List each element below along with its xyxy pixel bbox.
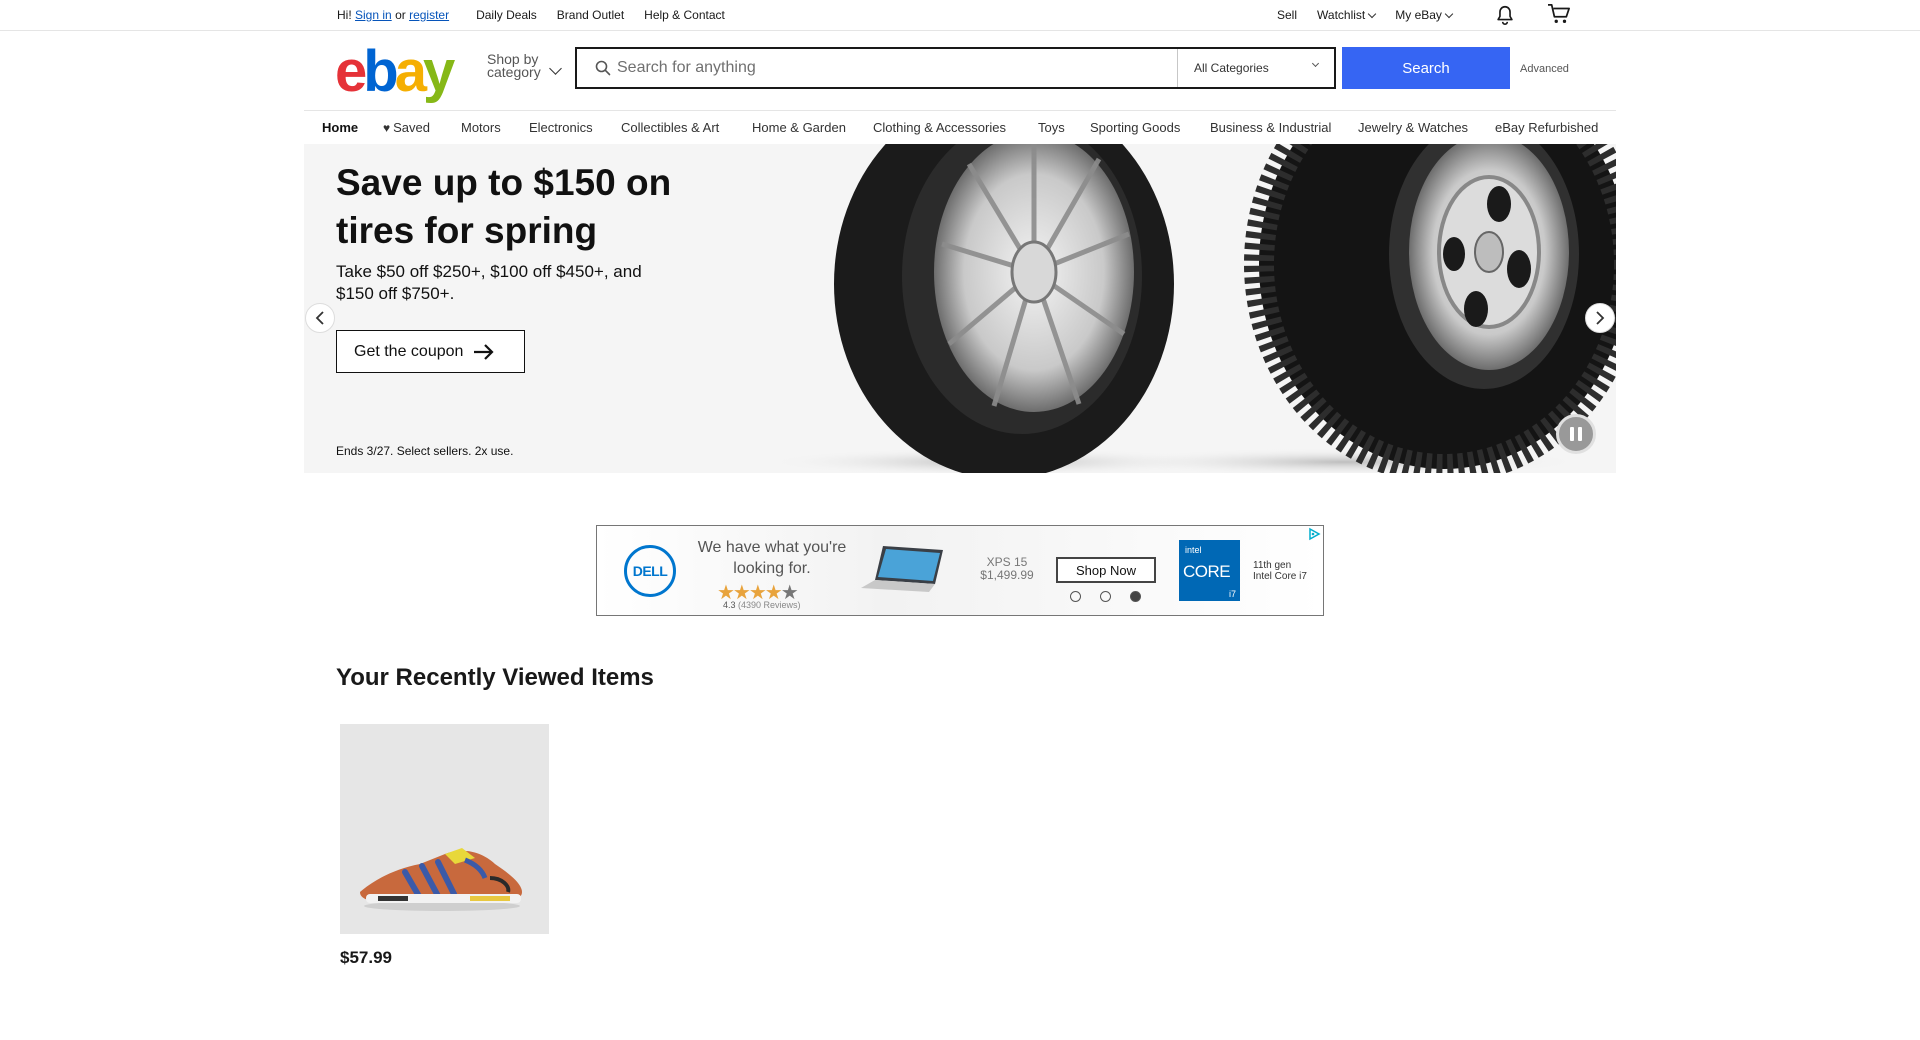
nav-item-jewelry[interactable]: Jewelry & Watches — [1358, 120, 1468, 135]
arrow-right-icon — [474, 343, 494, 360]
ad-price: $1,499.99 — [980, 568, 1034, 582]
hero-banner[interactable]: Save up to $150 on tires for spring Take… — [304, 144, 1616, 473]
ad-review-count: (4390 Reviews) — [738, 600, 801, 610]
ad-model: XPS 15 $1,499.99 — [972, 556, 1042, 582]
bell-icon[interactable] — [1494, 4, 1516, 26]
ebay-logo[interactable]: ebay — [335, 43, 455, 101]
or-text: or — [395, 8, 406, 22]
intel-core-label: CORE — [1183, 562, 1231, 581]
recently-viewed-item-image[interactable] — [340, 724, 549, 934]
dell-ad-banner[interactable]: DELL We have what you're looking for. ★★… — [596, 525, 1324, 616]
search-box: All Categories — [575, 47, 1336, 89]
chevron-down-icon — [1444, 9, 1454, 18]
intel-core-badge: intel CORE i7 — [1179, 540, 1240, 601]
ad-gen-line1: 11th gen — [1253, 560, 1292, 571]
chevron-down-icon[interactable] — [549, 62, 562, 75]
sign-in-link[interactable]: Sign in — [355, 8, 392, 22]
register-link[interactable]: register — [409, 8, 449, 22]
hero-fine-print: Ends 3/27. Select sellers. 2x use. — [336, 444, 514, 458]
recently-viewed-title: Your Recently Viewed Items — [336, 664, 654, 691]
brand-outlet-link[interactable]: Brand Outlet — [557, 8, 624, 22]
nav-item-sporting-goods[interactable]: Sporting Goods — [1090, 120, 1180, 135]
ad-gen-line2: Intel Core i7 — [1253, 571, 1307, 582]
advanced-search-link[interactable]: Advanced — [1520, 63, 1569, 75]
nav-item-saved-label: Saved — [393, 120, 430, 135]
nav-item-clothing[interactable]: Clothing & Accessories — [873, 120, 1006, 135]
ad-slide-dot[interactable] — [1100, 591, 1111, 602]
adchoices-icon[interactable] — [1307, 527, 1321, 541]
pause-icon — [1578, 427, 1582, 441]
recently-viewed-item-price: $57.99 — [340, 948, 392, 967]
nav-item-electronics[interactable]: Electronics — [529, 120, 593, 135]
nav-item-refurbished[interactable]: eBay Refurbished — [1495, 120, 1598, 135]
category-nav: Home ♥ Saved Motors Electronics Collectib… — [304, 110, 1616, 146]
intel-brand: intel — [1185, 545, 1202, 555]
nav-item-collectibles[interactable]: Collectibles & Art — [621, 120, 719, 135]
my-ebay-label: My eBay — [1395, 8, 1442, 22]
hero-title: Save up to $150 on tires for spring — [336, 162, 672, 251]
shop-by-category-button[interactable]: Shop by category — [487, 52, 541, 80]
ad-tagline: We have what you're looking for. — [697, 539, 847, 577]
help-contact-link[interactable]: Help & Contact — [644, 8, 725, 22]
category-select[interactable]: All Categories — [1177, 49, 1334, 87]
shop-now-button[interactable]: Shop Now — [1056, 557, 1156, 583]
cart-icon[interactable] — [1547, 3, 1571, 25]
ad-rating-value: 4.3 — [723, 600, 736, 610]
heart-icon: ♥ — [383, 121, 391, 135]
chevron-down-icon — [1368, 9, 1377, 18]
logo-letter-e: e — [335, 39, 367, 104]
sell-link[interactable]: Sell — [1277, 8, 1297, 22]
ad-slide-dots — [1070, 591, 1141, 602]
carousel-next-button[interactable] — [1585, 303, 1615, 333]
intel-tier: i7 — [1228, 589, 1236, 599]
nav-item-business[interactable]: Business & Industrial — [1210, 120, 1331, 135]
top-bar: Hi! Sign in or register Daily Deals Bran… — [0, 0, 1920, 31]
nav-item-toys[interactable]: Toys — [1038, 120, 1065, 135]
ad-rating: 4.3 (4390 Reviews) — [723, 600, 801, 610]
watchlist-dropdown[interactable]: Watchlist — [1317, 8, 1377, 22]
category-select-value: All Categories — [1194, 61, 1269, 75]
logo-letter-b: b — [363, 39, 398, 104]
nav-item-saved[interactable]: ♥ Saved — [383, 120, 430, 135]
dell-logo: DELL — [624, 545, 676, 597]
logo-letter-a: a — [394, 39, 427, 104]
nav-item-home-garden[interactable]: Home & Garden — [752, 120, 846, 135]
nav-item-motors[interactable]: Motors — [461, 120, 501, 135]
pause-icon — [1570, 427, 1574, 441]
ad-processor-text: 11th gen Intel Core i7 — [1253, 560, 1307, 582]
get-coupon-label: Get the coupon — [354, 342, 464, 360]
search-button[interactable]: Search — [1342, 47, 1510, 89]
search-icon — [595, 60, 611, 76]
carousel-prev-button[interactable] — [305, 303, 335, 333]
tires-image — [764, 144, 1616, 473]
laptop-image — [861, 546, 943, 592]
chevron-left-icon — [315, 311, 324, 325]
logo-letter-y: y — [422, 39, 455, 104]
chevron-right-icon — [1596, 311, 1605, 325]
daily-deals-link[interactable]: Daily Deals — [476, 8, 537, 22]
header: ebay Shop by category All Categories Sea… — [0, 31, 1920, 110]
sneaker-image — [360, 848, 522, 911]
hero-subtitle: Take $50 off $250+, $100 off $450+, and … — [336, 262, 642, 303]
sell-label: Sell — [1277, 8, 1298, 22]
chevron-down-icon — [1311, 59, 1320, 68]
ad-slide-dot-active[interactable] — [1130, 591, 1141, 602]
category-label: category — [487, 64, 541, 80]
watchlist-label: Watchlist — [1317, 8, 1366, 22]
nav-item-home[interactable]: Home — [322, 120, 359, 146]
ad-model-name: XPS 15 — [986, 555, 1028, 569]
carousel-pause-button[interactable] — [1556, 414, 1596, 454]
search-input[interactable] — [617, 49, 1167, 87]
ad-slide-dot[interactable] — [1070, 591, 1081, 602]
greeting-text: Hi! — [337, 8, 352, 22]
my-ebay-dropdown[interactable]: My eBay — [1395, 8, 1454, 22]
get-coupon-button[interactable]: Get the coupon — [336, 330, 525, 373]
